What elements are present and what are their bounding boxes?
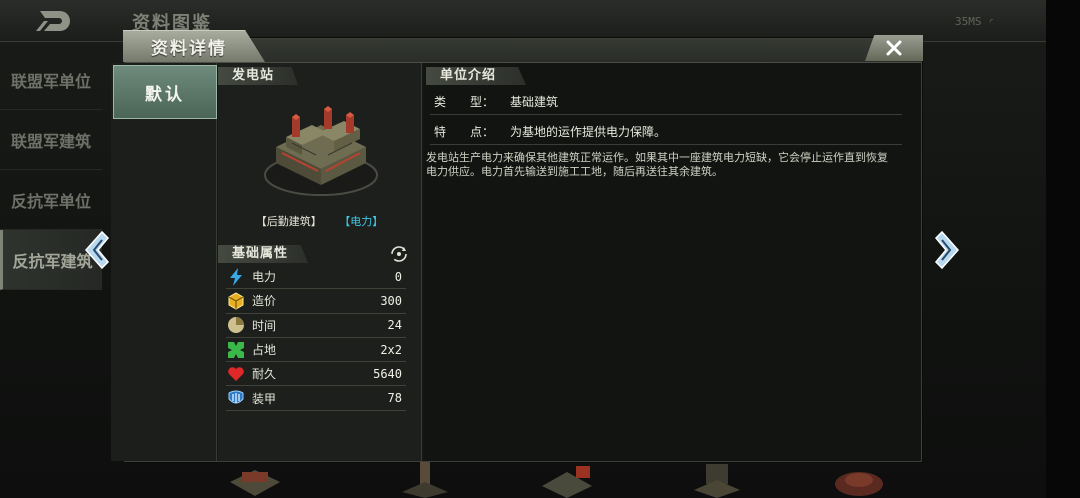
attribute-value: 5640	[373, 366, 402, 381]
attribute-row-durability: 耐久 5640	[226, 362, 406, 387]
attribute-label: 时间	[252, 318, 277, 333]
building-thumbnail[interactable]	[824, 462, 894, 498]
info-type-value: 基础建筑	[510, 95, 559, 109]
attribute-value: 78	[387, 391, 402, 406]
ping-value: 35MS	[955, 15, 982, 28]
building-thumbnail[interactable]	[682, 462, 752, 498]
screen-edge	[1046, 0, 1080, 498]
power-plant-image	[264, 106, 378, 196]
wifi-icon: ◜	[988, 15, 995, 28]
attributes-heading: 基础属性	[218, 245, 308, 263]
attribute-label: 电力	[252, 270, 277, 285]
game-screen: 资料图鉴 35MS ◜ 联盟军单位 联盟军建筑 反抗军单位 反抗军建筑 资料详情…	[0, 0, 1080, 498]
info-panel: 单位介绍 类 型： 基础建筑 特 点： 为基地的运作提供电力保障。 发电站生产电…	[424, 63, 921, 461]
sidebar-item-rebel-units[interactable]: 反抗军单位	[0, 170, 102, 230]
sidebar-item-alliance-units[interactable]: 联盟军单位	[0, 50, 102, 110]
armor-icon	[226, 388, 246, 408]
attribute-row-time: 时间 24	[226, 314, 406, 338]
unit-name: 发电站	[218, 67, 298, 85]
attribute-value: 300	[380, 293, 402, 308]
tab-column: 默认	[111, 63, 217, 461]
attribute-value: 0	[394, 269, 402, 284]
next-arrow-icon[interactable]	[928, 228, 964, 272]
info-type-key: 类 型：	[434, 95, 495, 109]
cube-icon	[226, 291, 246, 311]
building-thumbnail[interactable]	[220, 462, 290, 498]
attribute-label: 装甲	[252, 391, 277, 406]
previous-arrow-icon[interactable]	[80, 228, 116, 272]
lightning-icon	[226, 267, 246, 287]
ping-indicator: 35MS ◜	[955, 15, 995, 28]
attribute-value: 2x2	[380, 342, 402, 357]
attribute-label: 耐久	[252, 367, 277, 382]
attribute-row-footprint: 占地 2x2	[226, 338, 406, 363]
dialog-title: 资料详情	[151, 39, 227, 59]
attribute-row-power: 电力 0	[226, 265, 406, 290]
sidebar-item-alliance-buildings[interactable]: 联盟军建筑	[0, 110, 102, 170]
close-icon	[886, 40, 902, 56]
attribute-label: 占地	[252, 343, 277, 358]
attribute-value: 24	[387, 318, 402, 333]
building-thumbnail-strip	[214, 462, 934, 498]
building-thumbnail[interactable]	[390, 462, 460, 498]
attribute-row-cost: 造价 300	[226, 289, 406, 314]
dialog-header: 资料详情	[123, 30, 923, 63]
dialog-title-tab: 资料详情	[123, 30, 265, 62]
info-row-feature: 特 点： 为基地的运作提供电力保障。	[430, 119, 902, 145]
tab-default[interactable]: 默认	[113, 65, 217, 119]
attribute-row-armor: 装甲 78	[226, 386, 406, 411]
unit-panel: 发电站 【后勤建筑】 【电力】 基础属性 电力 0 造价 300 时间 24 占…	[218, 63, 422, 461]
type-tag: 【电力】	[339, 215, 384, 228]
info-row-type: 类 型： 基础建筑	[430, 89, 902, 115]
clock-icon	[226, 315, 246, 335]
detail-dialog: 资料详情 默认 发电站 【后勤建筑】 【电力】 基础属性 电力 0 造价 300…	[111, 30, 923, 462]
unit-tags: 【后勤建筑】 【电力】	[218, 213, 421, 229]
back-logo-icon[interactable]	[34, 8, 76, 34]
info-heading: 单位介绍	[426, 67, 526, 85]
attribute-label: 造价	[252, 294, 277, 309]
info-feature-key: 特 点：	[434, 125, 495, 139]
heart-icon	[226, 364, 246, 384]
refresh-icon[interactable]	[390, 245, 408, 263]
attribute-list: 电力 0 造价 300 时间 24 占地 2x2 耐久 5640 装甲 78	[226, 265, 406, 411]
footprint-icon	[226, 340, 246, 360]
building-thumbnail[interactable]	[532, 462, 602, 498]
info-feature-value: 为基地的运作提供电力保障。	[510, 125, 667, 139]
category-tag: 【后勤建筑】	[255, 215, 322, 228]
close-button[interactable]	[865, 35, 923, 61]
info-description: 发电站生产电力来确保其他建筑正常运作。如果其中一座建筑电力短缺，它会停止运作直到…	[426, 151, 888, 178]
